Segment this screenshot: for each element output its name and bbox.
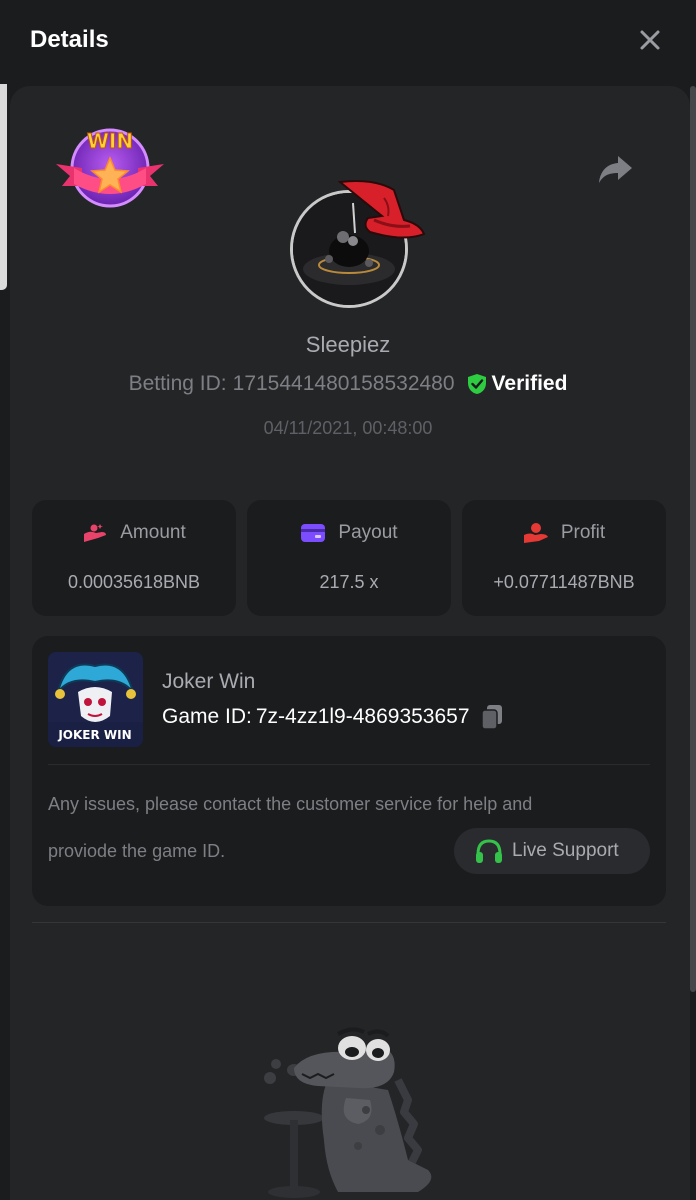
game-id-label: Game ID:: [162, 705, 252, 728]
win-badge-icon: WIN: [56, 128, 164, 208]
card-icon: [300, 523, 326, 543]
betting-id-row: Betting ID: 1715441480158532480 Verified: [0, 372, 696, 396]
game-thumb-title: JOKER WIN: [57, 728, 131, 742]
amount-value: 0.00035618BNB: [67, 572, 201, 592]
share-button[interactable]: [594, 150, 636, 188]
profit-label: Profit: [560, 522, 606, 543]
profit-header: Profit: [462, 522, 666, 544]
game-id-row: Game ID: 7z-4zz1l9-4869353657: [162, 704, 504, 730]
coins-hand-icon: [82, 522, 108, 544]
verified-badge: Verified: [491, 372, 568, 395]
payout-value: 217.5 x: [319, 572, 379, 592]
game-name: Joker Win: [162, 670, 256, 693]
payout-label: Payout: [338, 522, 398, 543]
game-thumbnail[interactable]: JOKER WIN: [48, 652, 143, 747]
game-card: JOKER WIN Joker Win Game ID: 7z-4zz1l9-4…: [32, 636, 666, 906]
support-message: Any issues, please contact the customer …: [48, 794, 533, 814]
payout-header: Payout: [247, 522, 451, 544]
copy-button[interactable]: [480, 704, 504, 730]
page-title: Details: [30, 26, 109, 53]
copy-icon: [480, 705, 502, 730]
wizard-hat-icon: [337, 180, 426, 239]
amount-header: Amount: [32, 522, 236, 544]
divider: [48, 764, 650, 765]
amount-label: Amount: [120, 522, 186, 543]
header: Details: [0, 0, 696, 84]
profit-card: Profit +0.07711487BNB: [462, 500, 666, 616]
betting-id-label: Betting ID:: [128, 372, 227, 395]
bet-datetime: 04/11/2021, 00:48:00: [263, 418, 433, 438]
game-id-value: 7z-4zz1l9-4869353657: [255, 705, 470, 728]
share-icon: [599, 156, 632, 183]
joker-image: JOKER WIN: [48, 652, 143, 747]
betting-id-value: 1715441480158532480: [232, 372, 455, 395]
profit-value: +0.07711487BNB: [493, 572, 635, 592]
support-message-line2: proviode the game ID.: [48, 841, 226, 861]
username: Sleepiez: [305, 332, 391, 357]
payout-card: Payout 217.5 x: [247, 500, 451, 616]
amount-card: Amount 0.00035618BNB: [32, 500, 236, 616]
scrollbar[interactable]: [690, 86, 696, 992]
live-support-button[interactable]: Live Support: [454, 828, 650, 874]
crocodile-mascot-icon: [264, 1027, 432, 1198]
hand-coin-icon: [523, 522, 549, 544]
headset-icon: [474, 838, 504, 864]
section-separator: [32, 922, 666, 923]
live-support-label: Live Support: [512, 840, 619, 861]
close-icon: [640, 30, 660, 50]
win-badge-text: WIN: [87, 129, 133, 153]
close-button[interactable]: [634, 24, 666, 56]
shield-check-icon: [467, 373, 487, 395]
